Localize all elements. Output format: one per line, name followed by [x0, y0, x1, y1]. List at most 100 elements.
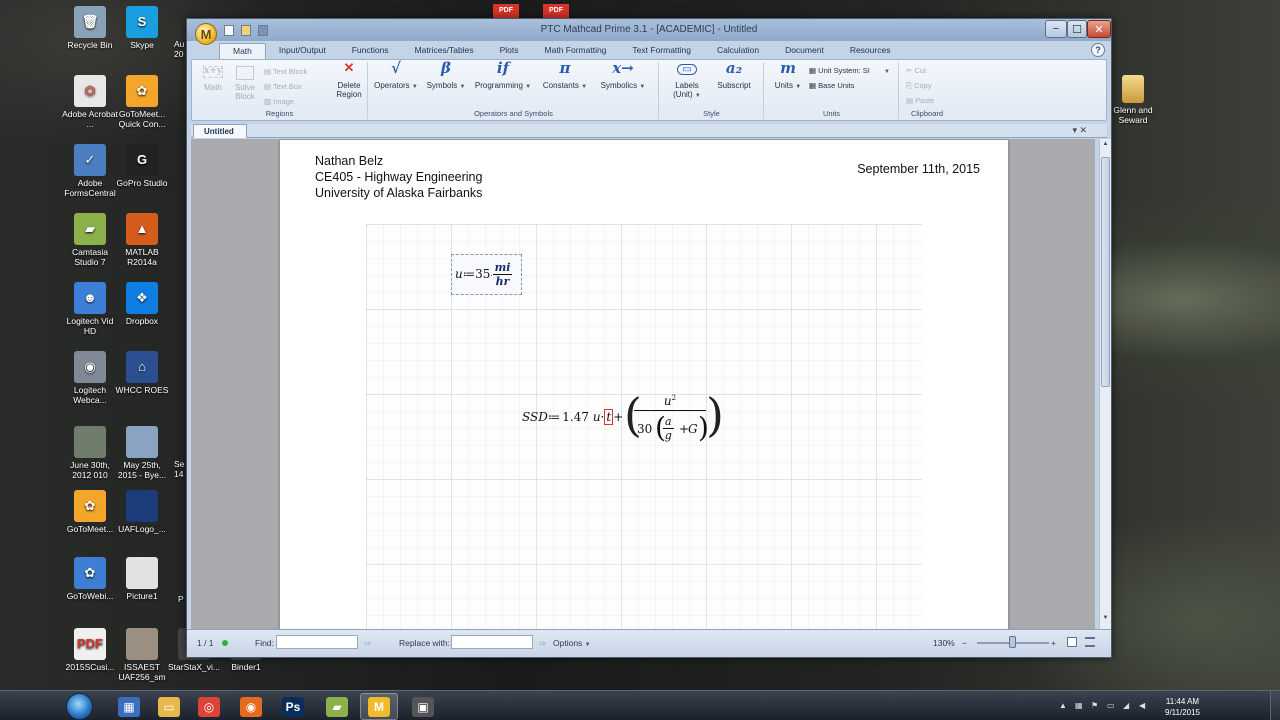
show-desktop-button[interactable] [1270, 691, 1280, 720]
header-author[interactable]: Nathan Belz [315, 154, 383, 168]
tab-matrices-tables[interactable]: Matrices/Tables [402, 43, 487, 59]
close-document-icon[interactable]: ▾ ✕ [1072, 125, 1087, 136]
desktop-icon[interactable]: ◉ Logitech Webca... [62, 351, 118, 405]
pdf-file-icon[interactable]: PDF [543, 4, 569, 18]
tab-text-formatting[interactable]: Text Formatting [619, 43, 704, 59]
delete-region-button[interactable]: ✕ Delete Region [332, 62, 366, 99]
symbols-button[interactable]: β Symbols ▼ [425, 61, 467, 92]
maximize-button[interactable]: ☐ [1067, 20, 1087, 38]
minimize-button[interactable]: − [1045, 20, 1067, 38]
subscript-button[interactable]: a₂ Subscript [712, 61, 756, 91]
desktop-icon[interactable]: ✿ GoToMeet... Quick Con... [114, 75, 170, 129]
worksheet-area[interactable]: Nathan Belz CE405 - Highway Engineering … [191, 139, 1095, 629]
options-dropdown[interactable]: Options ▼ [553, 638, 591, 648]
desktop-icon-glenn-and-seward[interactable]: Glenn and Seward [1110, 75, 1156, 125]
taskbar-explorer-icon[interactable]: ▦ [110, 693, 148, 720]
text-box-button[interactable]: ▤ Text Box [264, 82, 302, 91]
taskbar-mathcad-icon[interactable]: M [360, 693, 398, 720]
cut-button[interactable]: ✂ Cut [906, 66, 926, 75]
draft-view-icon[interactable] [1085, 637, 1095, 647]
programming-button[interactable]: if Programming ▼ [473, 61, 533, 92]
symbolics-button[interactable]: x→ Symbolics ▼ [595, 61, 651, 92]
desktop-icon[interactable]: Picture1 [114, 557, 170, 602]
taskbar-camtasia-icon[interactable]: ▰ [318, 693, 356, 720]
worksheet-page[interactable]: Nathan Belz CE405 - Highway Engineering … [280, 140, 1008, 629]
math-region-button[interactable]: x+y Math [200, 64, 226, 92]
title-bar[interactable]: PTC Mathcad Prime 3.1 - [ACADEMIC] - Unt… [187, 19, 1111, 41]
tray-wifi-icon[interactable]: ◢ [1123, 701, 1132, 710]
desktop-icon[interactable]: ▰ Camtasia Studio 7 [62, 213, 118, 267]
math-cursor-placeholder[interactable]: t [604, 409, 614, 425]
tab-plots[interactable]: Plots [487, 43, 532, 59]
header-course[interactable]: CE405 - Highway Engineering [315, 170, 482, 184]
tab-resources[interactable]: Resources [837, 43, 904, 59]
zoom-in-icon[interactable]: + [1051, 638, 1056, 648]
tab-calculation[interactable]: Calculation [704, 43, 772, 59]
zoom-slider-thumb[interactable] [1009, 636, 1016, 648]
scroll-thumb[interactable] [1101, 157, 1110, 387]
replace-icon[interactable]: ⇨ [539, 638, 546, 649]
taskbar-photoshop-icon[interactable]: Ps [274, 693, 312, 720]
tab-functions[interactable]: Functions [339, 43, 402, 59]
tab-input-output[interactable]: Input/Output [266, 43, 339, 59]
desktop-icon[interactable]: May 25th, 2015 - Bye... [114, 426, 170, 480]
tray-display-icon[interactable]: ▭ [1107, 701, 1116, 710]
taskbar-device-icon[interactable]: ▣ [404, 693, 442, 720]
desktop-icon[interactable]: June 30th, 2012 010 [62, 426, 118, 480]
units-button[interactable]: m Units ▼ [771, 61, 805, 92]
desktop-icon[interactable]: 🗑 Recycle Bin [62, 6, 118, 51]
taskbar-chrome-icon[interactable]: ◎ [190, 693, 228, 720]
desktop-icon[interactable]: ⏣ Adobe Acrobat ... [62, 75, 118, 129]
scroll-up-icon[interactable]: ▲ [1100, 141, 1111, 153]
math-region-speed[interactable]: u≔35· mi hr [451, 254, 522, 295]
help-icon[interactable]: ? [1091, 43, 1105, 57]
taskbar-firefox-icon[interactable]: ◉ [232, 693, 270, 720]
desktop-icon[interactable]: UAFLogo_... [114, 490, 170, 535]
start-button[interactable] [66, 693, 93, 720]
math-region-ssd[interactable]: SSD≔ 1.47 u· t + ( u2 30 ( a g + G)) [522, 388, 724, 450]
desktop-icon[interactable]: ISSAEST UAF256_sm [114, 628, 170, 682]
clock[interactable]: 11:44 AM 9/11/2015 [1165, 696, 1200, 718]
desktop-icon[interactable]: ✿ GoToWebi... [62, 557, 118, 602]
desktop-icon[interactable]: ☻ Logitech Vid HD [62, 282, 118, 336]
mathcad-logo-icon[interactable]: M [195, 23, 217, 45]
tray-network-icon[interactable]: ▦ [1075, 701, 1084, 710]
labels-unit-button[interactable]: ▭ Labels (Unit) ▼ [666, 64, 708, 101]
desktop-icon[interactable]: ⌂ WHCC ROES [114, 351, 170, 396]
copy-button[interactable]: ⎘ Copy [906, 81, 932, 91]
pdf-file-icon[interactable]: PDF [493, 4, 519, 18]
desktop-icon[interactable]: PDF 2015SCusi... [62, 628, 118, 673]
tray-flag-icon[interactable]: ⚑ [1091, 701, 1100, 710]
desktop-icon[interactable]: ❖ Dropbox [114, 282, 170, 327]
header-university[interactable]: University of Alaska Fairbanks [315, 186, 482, 200]
operators-button[interactable]: √ Operators ▼ [373, 61, 419, 92]
unit-system-dropdown[interactable]: ▦ Unit System: SI ▼ [809, 66, 890, 75]
find-next-icon[interactable]: ⇨ [364, 638, 371, 649]
desktop-icon[interactable]: ✓ Adobe FormsCentral [62, 144, 118, 198]
header-date[interactable]: September 11th, 2015 [857, 162, 980, 176]
constants-button[interactable]: π Constants ▼ [539, 61, 591, 92]
desktop-icon[interactable]: S Skype [114, 6, 170, 51]
scroll-down-icon[interactable]: ▼ [1100, 615, 1111, 627]
desktop-icon[interactable]: ▲ MATLAB R2014a [114, 213, 170, 267]
document-tab[interactable]: Untitled [193, 124, 247, 138]
close-button[interactable]: ✕ [1087, 20, 1111, 38]
solve-block-button[interactable]: Solve Block [232, 64, 258, 101]
tray-expand-icon[interactable]: ▲ [1059, 701, 1068, 710]
find-input[interactable] [276, 635, 358, 649]
vertical-scrollbar[interactable]: ▲ ▼ [1099, 139, 1111, 629]
taskbar-folder-icon[interactable]: ▭ [150, 693, 188, 720]
desktop-icon[interactable]: ✿ GoToMeet... [62, 490, 118, 535]
desktop-icon[interactable]: G GoPro Studio [114, 144, 170, 189]
tab-document[interactable]: Document [772, 43, 837, 59]
base-units-button[interactable]: ▦ Base Units [809, 81, 854, 90]
tab-math[interactable]: Math [219, 43, 266, 59]
text-block-button[interactable]: ▤ Text Block [264, 67, 307, 76]
image-button[interactable]: ▨ Image [264, 97, 294, 106]
tray-volume-icon[interactable]: ◀ [1139, 701, 1148, 710]
page-view-icon[interactable] [1067, 637, 1077, 647]
tab-math-formatting[interactable]: Math Formatting [532, 43, 620, 59]
paste-button[interactable]: ▤ Paste [906, 96, 934, 105]
zoom-out-icon[interactable]: − [962, 638, 967, 648]
replace-input[interactable] [451, 635, 533, 649]
